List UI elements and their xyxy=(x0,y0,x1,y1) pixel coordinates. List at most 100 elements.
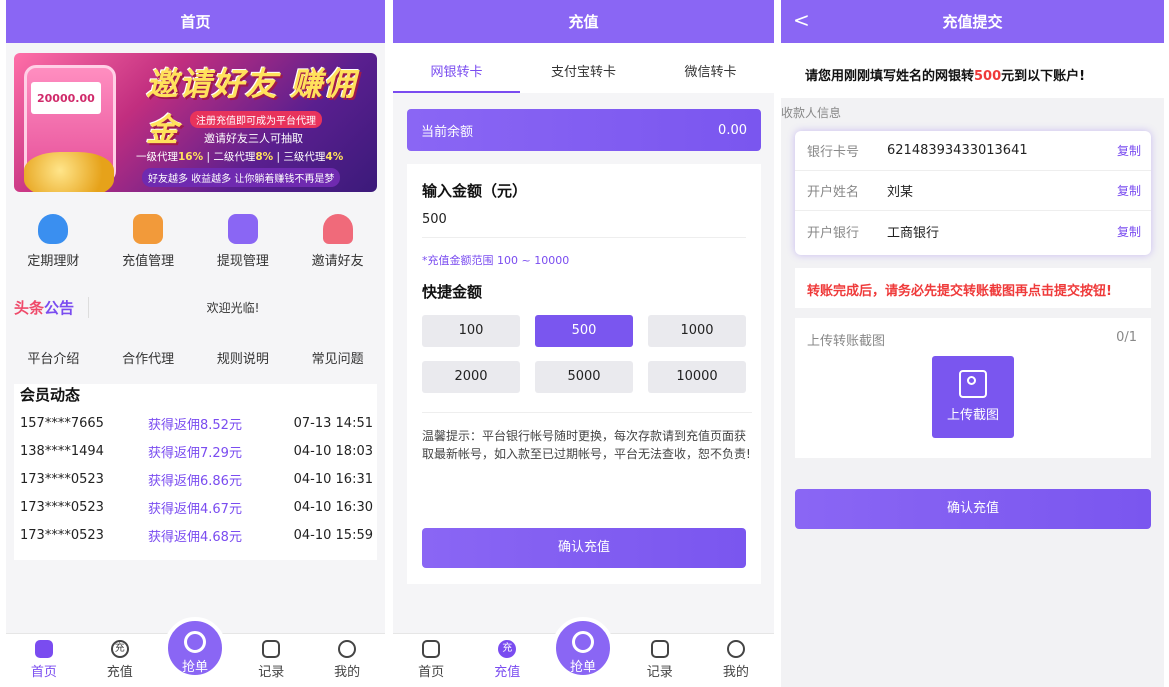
earn-text: 获得返佣4.68元 xyxy=(148,529,242,545)
quick-item-recharge[interactable]: 充值管理 xyxy=(101,214,196,269)
confirm-recharge-button[interactable]: 确认充值 xyxy=(422,528,746,568)
link-partner[interactable]: 合作代理 xyxy=(101,348,196,367)
level3-pct: 4% xyxy=(325,151,344,163)
earn-text: 获得返佣4.67元 xyxy=(148,501,242,517)
tab-label: 首页 xyxy=(418,665,445,680)
copy-button[interactable]: 复制 xyxy=(1117,142,1141,159)
grab-order-button[interactable]: 抢单 xyxy=(164,617,226,679)
transfer-instruction: 请您用刚刚填写姓名的网银转500元到以下账户! xyxy=(781,43,1164,98)
channel-tabs: 网银转卡 支付宝转卡 微信转卡 xyxy=(393,43,774,93)
tab-bank-transfer[interactable]: 网银转卡 xyxy=(393,43,520,93)
earn-text: 获得返佣8.52元 xyxy=(148,417,242,433)
list-item: 173****0523 获得返佣6.86元 04-10 16:31 xyxy=(14,465,377,493)
grab-label: 抢单 xyxy=(569,660,596,675)
coins-illustration xyxy=(24,152,114,192)
amount-card: 输入金额（元） 500 *充值金额范围 100 ~ 10000 快捷金额 100… xyxy=(407,164,761,584)
search-icon xyxy=(572,631,594,653)
row-value: 62148393433013641 xyxy=(887,143,1028,158)
masked-phone: 138****1494 xyxy=(20,443,104,459)
earn-text: 获得返佣7.29元 xyxy=(148,445,242,461)
quick-item-withdraw[interactable]: 提现管理 xyxy=(196,214,291,269)
timestamp: 07-13 14:51 xyxy=(293,415,373,431)
row-key: 开户银行 xyxy=(807,225,860,241)
tab-recharge[interactable]: 充充值 xyxy=(469,634,545,687)
tab-label: 充值 xyxy=(494,665,521,680)
masked-phone: 157****7665 xyxy=(20,415,104,431)
tab-label: 我的 xyxy=(722,665,749,680)
amount-option[interactable]: 2000 xyxy=(422,361,520,393)
row-key: 开户姓名 xyxy=(807,185,860,200)
recharge-screen: 充值 网银转卡 支付宝转卡 微信转卡 当前余额 0.00 输入金额（元） 500… xyxy=(393,0,774,687)
quick-amount-label: 快捷金额 xyxy=(422,283,483,301)
upload-box-icon xyxy=(227,214,258,244)
recharge-icon: 充 xyxy=(498,640,517,658)
link-intro[interactable]: 平台介绍 xyxy=(6,348,101,367)
confirm-recharge-button[interactable]: 确认充值 xyxy=(795,489,1151,529)
recharge-icon: 充 xyxy=(110,640,129,658)
tab-mine[interactable]: 我的 xyxy=(698,634,774,687)
amount-input[interactable]: 500 xyxy=(422,212,746,238)
amount-option[interactable]: 5000 xyxy=(535,361,633,393)
balance-value: 0.00 xyxy=(718,122,747,138)
profile-icon xyxy=(726,640,745,658)
headline-logo: 头条公告 xyxy=(14,296,90,318)
back-icon[interactable]: < xyxy=(793,8,810,32)
user-icon xyxy=(322,214,353,244)
tab-home[interactable]: 首页 xyxy=(6,634,82,687)
warm-tip: 温馨提示：平台银行帐号随时更换，每次存款请到充值页面获取最新帐号，如入款至已过期… xyxy=(422,412,752,463)
tab-recharge[interactable]: 充充值 xyxy=(82,634,158,687)
invite-banner[interactable]: 20000.00 邀请好友 赚佣金 注册充值即可成为平台代理 邀请好友三人可抽取… xyxy=(14,53,377,192)
records-icon xyxy=(262,640,281,658)
tab-records[interactable]: 记录 xyxy=(622,634,698,687)
upload-screenshot-button[interactable]: 上传截图 xyxy=(932,356,1014,438)
row-value: 工商银行 xyxy=(887,225,940,241)
copy-button[interactable]: 复制 xyxy=(1117,182,1141,199)
level3-label: 三级代理 xyxy=(283,151,326,163)
member-feed: 会员动态 157****7665 获得返佣8.52元 07-13 14:51 138… xyxy=(14,384,377,560)
amount-range-hint: *充值金额范围 100 ~ 10000 xyxy=(422,254,570,267)
list-item: 173****0523 获得返佣4.68元 04-10 15:59 xyxy=(14,521,377,549)
tab-alipay-transfer[interactable]: 支付宝转卡 xyxy=(520,43,647,93)
tab-wechat-transfer[interactable]: 微信转卡 xyxy=(647,43,774,93)
tab-home[interactable]: 首页 xyxy=(393,634,469,687)
quick-label: 充值管理 xyxy=(122,254,175,269)
list-item: 157****7665 获得返佣8.52元 07-13 14:51 xyxy=(14,409,377,437)
notice-bar[interactable]: 头条公告 欢迎光临! xyxy=(14,294,377,320)
masked-phone: 173****0523 xyxy=(20,499,104,515)
amount-option-selected[interactable]: 500 xyxy=(535,315,633,347)
upload-button-label: 上传截图 xyxy=(946,408,999,423)
link-rules[interactable]: 规则说明 xyxy=(196,348,291,367)
tab-label: 记录 xyxy=(646,665,673,680)
banner-line4: 好友越多 收益越多 让你躺着赚钱不再是梦 xyxy=(142,168,341,187)
timestamp: 04-10 16:31 xyxy=(293,471,373,487)
copy-button[interactable]: 复制 xyxy=(1117,223,1141,240)
link-faq[interactable]: 常见问题 xyxy=(290,348,385,367)
amount-option[interactable]: 100 xyxy=(422,315,520,347)
quick-item-invite[interactable]: 邀请好友 xyxy=(290,214,385,269)
card-icon xyxy=(133,214,164,244)
payee-row-name: 开户姓名 刘某 复制 xyxy=(795,171,1151,211)
upload-label: 上传转账截图 xyxy=(807,334,886,349)
amount-option[interactable]: 1000 xyxy=(648,315,746,347)
notice-text: 欢迎光临! xyxy=(206,300,260,315)
level1-label: 一级代理 xyxy=(136,151,178,163)
tab-records[interactable]: 记录 xyxy=(233,634,309,687)
quick-menu: 定期理财 充值管理 提现管理 邀请好友 xyxy=(6,214,385,269)
warning-text: 转账完成后，请务必先提交转账截图再点击提交按钮! xyxy=(795,268,1151,308)
quick-amounts: 100 500 1000 2000 5000 10000 xyxy=(422,315,746,393)
quick-item-finance[interactable]: 定期理财 xyxy=(6,214,101,269)
image-upload-icon xyxy=(959,370,987,398)
level1-pct: 16% xyxy=(178,151,204,163)
quick-label: 邀请好友 xyxy=(311,254,364,269)
banner-line3: 一级代理16% | 二级代理8% | 三级代理4% xyxy=(136,151,344,163)
tab-mine[interactable]: 我的 xyxy=(309,634,385,687)
profile-icon xyxy=(338,640,357,658)
row-value: 刘某 xyxy=(887,185,914,200)
payee-info-card: 银行卡号 62148393433013641 复制 开户姓名 刘某 复制 开户银行 工商银… xyxy=(795,131,1151,255)
upload-section: 上传转账截图 0/1 上传截图 xyxy=(795,318,1151,458)
grab-order-button[interactable]: 抢单 xyxy=(552,617,614,679)
upload-count: 0/1 xyxy=(1116,330,1137,345)
list-item: 173****0523 获得返佣4.67元 04-10 16:30 xyxy=(14,493,377,521)
tab-label: 首页 xyxy=(30,665,57,680)
amount-option[interactable]: 10000 xyxy=(648,361,746,393)
